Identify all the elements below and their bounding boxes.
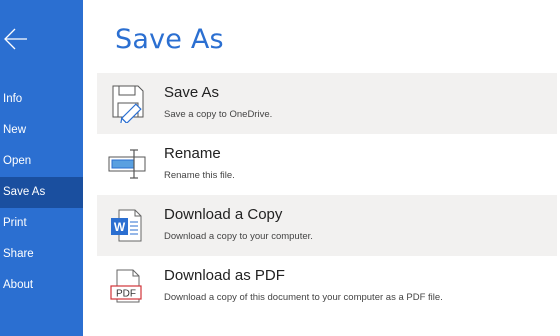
nav-item-info[interactable]: Info <box>0 84 83 115</box>
word-document-icon: W <box>111 209 142 242</box>
option-description: Rename this file. <box>164 170 235 181</box>
nav-item-about[interactable]: About <box>0 270 83 301</box>
option-title: Download as PDF <box>164 267 285 284</box>
download-pdf-option[interactable]: PDF Download as PDF Download a copy of t… <box>97 256 557 317</box>
save-as-icon <box>112 85 144 123</box>
backstage-nav: Info New Open Save As Print Share About <box>0 84 83 301</box>
word-icon-letter: W <box>114 220 126 234</box>
option-title: Rename <box>164 145 221 162</box>
rename-option[interactable]: Rename Rename this file. <box>97 134 557 195</box>
page-title: Save As <box>115 24 224 55</box>
download-copy-option[interactable]: W Download a Copy Download a copy to you… <box>97 195 557 256</box>
backstage-sidebar: Info New Open Save As Print Share About <box>0 0 83 336</box>
pdf-document-icon: PDF <box>110 269 142 303</box>
nav-item-save-as[interactable]: Save As <box>0 177 83 208</box>
save-as-option[interactable]: Save As Save a copy to OneDrive. <box>97 73 557 134</box>
nav-item-new[interactable]: New <box>0 115 83 146</box>
nav-item-open[interactable]: Open <box>0 146 83 177</box>
nav-item-print[interactable]: Print <box>0 208 83 239</box>
option-description: Download a copy to your computer. <box>164 231 313 242</box>
main-panel: Save As Save As Save a copy to OneDrive.… <box>83 0 560 336</box>
rename-icon <box>108 149 146 179</box>
back-button[interactable] <box>2 24 30 54</box>
option-description: Download a copy of this document to your… <box>164 292 443 303</box>
option-title: Save As <box>164 84 220 101</box>
arrow-left-icon <box>4 28 27 50</box>
option-description: Save a copy to OneDrive. <box>164 109 273 120</box>
pdf-icon-label: PDF <box>116 289 136 300</box>
option-title: Download a Copy <box>164 206 283 223</box>
nav-item-share[interactable]: Share <box>0 239 83 270</box>
